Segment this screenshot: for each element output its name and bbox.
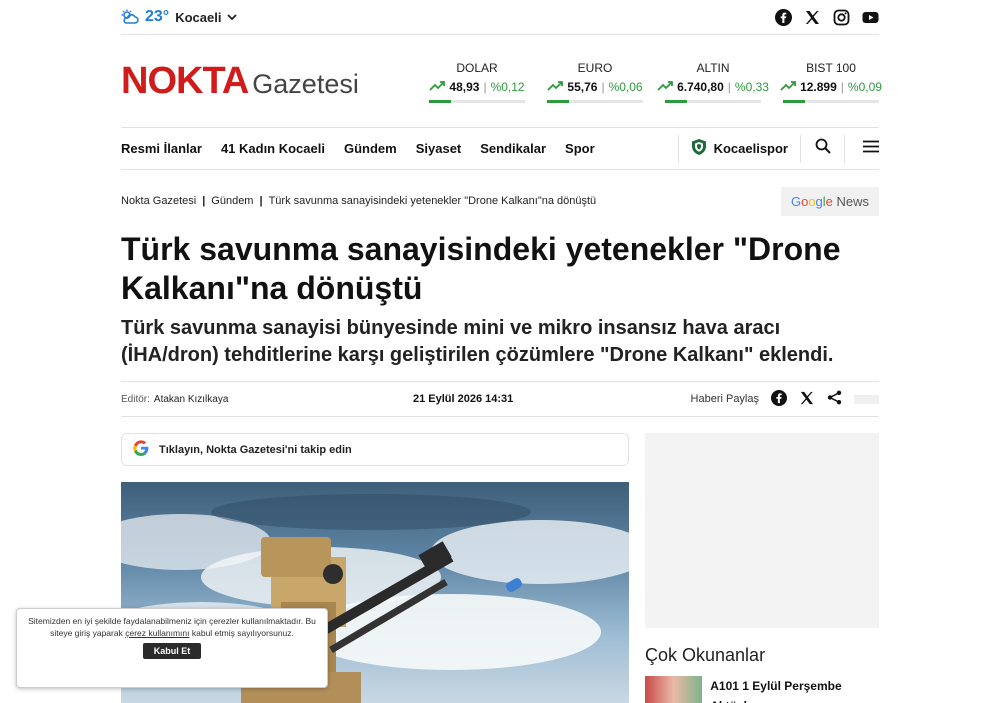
- article-title: Türk savunma sanayisindeki yetenekler "D…: [121, 231, 841, 306]
- market-change: %0,33: [734, 79, 769, 94]
- facebook-icon[interactable]: [771, 389, 787, 409]
- search-icon: [815, 138, 831, 159]
- x-icon[interactable]: [804, 9, 821, 26]
- market-change: %0,12: [490, 79, 525, 94]
- main-nav: Resmi İlanlar 41 Kadın Kocaeli Gündem Si…: [121, 128, 879, 170]
- nav-item-gundem[interactable]: Gündem: [344, 141, 397, 156]
- popular-item[interactable]: A101 1 Eylül Perşembe Aktüel: [645, 676, 879, 703]
- logo-sub: Gazetesi: [252, 69, 359, 99]
- nav-item-kadin-kocaeli[interactable]: 41 Kadın Kocaeli: [221, 141, 325, 156]
- market-name: DOLAR: [456, 60, 498, 75]
- article-subtitle: Türk savunma sanayisi bünyesinde mini ve…: [121, 317, 834, 366]
- chevron-down-icon[interactable]: [227, 13, 238, 21]
- logo-main: NOKTA: [121, 60, 249, 102]
- instagram-icon[interactable]: [833, 9, 850, 26]
- breadcrumb-category[interactable]: Gündem: [211, 195, 253, 207]
- market-value: 12.899: [800, 79, 837, 94]
- weather-temp: 23°: [145, 8, 170, 25]
- breadcrumb-home[interactable]: Nokta Gazetesi: [121, 195, 196, 207]
- trend-up-icon: [429, 80, 446, 94]
- hamburger-icon: [863, 140, 879, 158]
- market-item-bist[interactable]: BIST 100 12.899 | %0,09: [780, 60, 882, 103]
- site-header: NOKTA Gazetesi DOLAR 48,93 | %0,12 EURO …: [121, 36, 882, 128]
- weather-widget[interactable]: 23° Kocaeli: [121, 8, 238, 26]
- nav-item-resmi-ilanlar[interactable]: Resmi İlanlar: [121, 141, 202, 156]
- weather-city: Kocaeli: [175, 9, 222, 25]
- popular-thumb: [645, 676, 703, 703]
- youtube-icon[interactable]: [862, 9, 879, 26]
- article-meta: Editör: Atakan Kızılkaya 21 Eylül 2026 1…: [121, 381, 879, 417]
- trend-up-icon: [547, 80, 564, 94]
- nav-item-sendikalar[interactable]: Sendikalar: [480, 141, 546, 156]
- author-name[interactable]: Atakan Kızılkaya: [154, 394, 228, 405]
- cookie-policy-link[interactable]: çerez kullanımını: [125, 628, 189, 638]
- market-name: EURO: [577, 60, 613, 75]
- cookie-banner: Sitemizden en iyi şekilde faydalanabilme…: [16, 608, 328, 688]
- weather-icon: [121, 9, 139, 25]
- popular-title: Çok Okunanlar: [645, 645, 766, 665]
- follow-text: Tıklayın, Nokta Gazetesi'ni takip edin: [159, 443, 352, 456]
- market-change: %0,09: [847, 79, 882, 94]
- market-ticker: DOLAR 48,93 | %0,12 EURO 55,76 | %0,06 A…: [429, 60, 882, 103]
- google-g-icon: [133, 440, 149, 459]
- top-bar: 23° Kocaeli: [121, 0, 879, 35]
- cookie-accept-button[interactable]: Kabul Et: [142, 643, 202, 659]
- publish-date: 21 Eylül 2026 14:31: [413, 393, 514, 405]
- social-links: [775, 8, 879, 26]
- club-label: Kocaelispor: [713, 141, 788, 156]
- share-bar: Haberi Paylaş: [690, 389, 879, 409]
- nav-item-kocaelispor[interactable]: Kocaelispor: [677, 134, 800, 163]
- market-value: 6.740,80: [677, 79, 724, 94]
- market-change: %0,06: [608, 79, 643, 94]
- nav-item-spor[interactable]: Spor: [565, 141, 595, 156]
- share-label: Haberi Paylaş: [690, 393, 759, 405]
- share-icon[interactable]: [827, 390, 842, 408]
- market-item-euro[interactable]: EURO 55,76 | %0,06: [547, 61, 643, 103]
- sidebar-ad: [645, 433, 879, 628]
- market-value: 55,76: [567, 79, 598, 94]
- market-value: 48,93: [449, 79, 480, 94]
- market-item-dolar[interactable]: DOLAR 48,93 | %0,12: [429, 61, 525, 103]
- google-news-label: News: [836, 193, 870, 209]
- x-icon[interactable]: [799, 390, 815, 409]
- google-news-logo: Google News: [790, 193, 870, 209]
- breadcrumb-current: Türk savunma sanayisindeki yetenekler "D…: [268, 195, 597, 207]
- google-news-button[interactable]: Google News: [781, 186, 879, 216]
- search-button[interactable]: [800, 134, 844, 163]
- club-badge-icon: [691, 138, 707, 159]
- site-logo[interactable]: NOKTA Gazetesi: [121, 60, 409, 103]
- cookie-text-2: kabul etmiş sayılıyorsunuz.: [191, 628, 294, 638]
- breadcrumb: Nokta Gazetesi | Gündem | Türk savunma s…: [121, 186, 879, 216]
- popular-item-title: A101 1 Eylül Perşembe Aktüel: [710, 679, 842, 703]
- facebook-icon[interactable]: [775, 8, 792, 26]
- menu-button[interactable]: [844, 134, 879, 163]
- author-label: Editör:: [121, 393, 150, 405]
- nav-item-siyaset[interactable]: Siyaset: [416, 141, 462, 156]
- trend-up-icon: [780, 80, 796, 94]
- google-follow-banner[interactable]: Tıklayın, Nokta Gazetesi'ni takip edin: [121, 433, 629, 466]
- trend-up-icon: [657, 80, 673, 94]
- market-name: ALTIN: [696, 60, 730, 75]
- share-extra: [854, 394, 879, 404]
- market-item-altin[interactable]: ALTIN 6.740,80 | %0,33: [657, 60, 769, 103]
- market-name: BIST 100: [806, 60, 856, 75]
